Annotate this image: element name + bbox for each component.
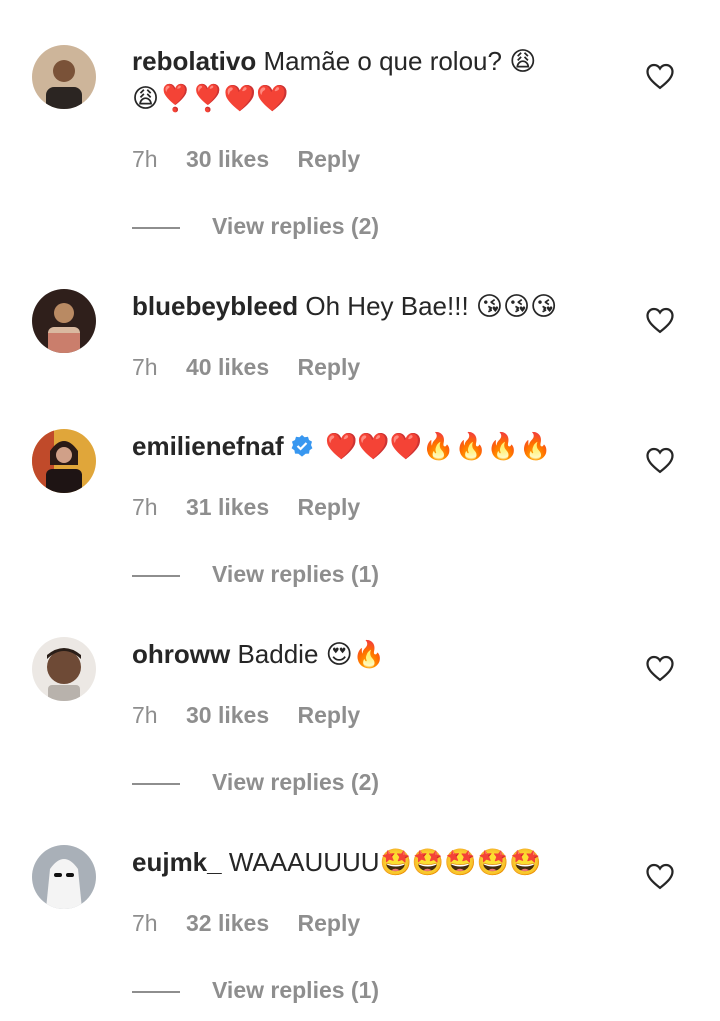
view-replies-label: View replies (2) xyxy=(212,769,380,795)
view-replies-label: View replies (1) xyxy=(212,561,380,587)
comment-meta: 7h 30 likes Reply xyxy=(132,146,360,173)
comment-username[interactable]: rebolativo xyxy=(132,46,256,76)
comment-text: eujmk_ WAAAUUUU🤩🤩🤩🤩🤩 xyxy=(132,844,582,881)
view-replies-button[interactable]: View replies (2) xyxy=(132,213,379,240)
avatar[interactable] xyxy=(32,845,96,909)
comment-time: 7h xyxy=(132,146,158,172)
likes-count[interactable]: 31 likes xyxy=(186,494,269,520)
like-heart-icon[interactable] xyxy=(645,446,675,474)
comment-message: ❤️❤️❤️🔥🔥🔥🔥 xyxy=(324,432,552,462)
likes-count[interactable]: 30 likes xyxy=(186,702,269,728)
comment-meta: 7h 31 likes Reply xyxy=(132,494,360,521)
reply-button[interactable]: Reply xyxy=(298,910,361,936)
divider-line xyxy=(132,574,180,577)
view-replies-button[interactable]: View replies (1) xyxy=(132,977,379,1004)
comment-time: 7h xyxy=(132,702,158,728)
view-replies-button[interactable]: View replies (2) xyxy=(132,769,379,796)
view-replies-label: View replies (1) xyxy=(212,977,380,1003)
comment-username[interactable]: bluebeybleed xyxy=(132,291,298,321)
verified-badge-icon xyxy=(291,435,313,457)
comment-time: 7h xyxy=(132,354,158,380)
avatar[interactable] xyxy=(32,637,96,701)
like-heart-icon[interactable] xyxy=(645,654,675,682)
reply-button[interactable]: Reply xyxy=(298,354,361,380)
comment-username[interactable]: eujmk_ xyxy=(132,847,222,877)
comment-message: Oh Hey Bae!!! 😘😘😘 xyxy=(305,291,558,321)
like-heart-icon[interactable] xyxy=(645,62,675,90)
view-replies-label: View replies (2) xyxy=(212,213,380,239)
reply-button[interactable]: Reply xyxy=(298,146,361,172)
likes-count[interactable]: 40 likes xyxy=(186,354,269,380)
divider-line xyxy=(132,226,180,229)
comment-message: Mamãe o que rolou? 😩 xyxy=(263,46,537,76)
view-replies-button[interactable]: View replies (1) xyxy=(132,561,379,588)
comment-message-continued: 😩❣️❣️❤️❤️ xyxy=(132,84,289,114)
avatar[interactable] xyxy=(32,45,96,109)
comment-text: bluebeybleed Oh Hey Bae!!! 😘😘😘 xyxy=(132,288,582,325)
likes-count[interactable]: 30 likes xyxy=(186,146,269,172)
like-heart-icon[interactable] xyxy=(645,862,675,890)
divider-line xyxy=(132,782,180,785)
reply-button[interactable]: Reply xyxy=(298,702,361,728)
like-heart-icon[interactable] xyxy=(645,306,675,334)
comment-text: ohroww Baddie 😍🔥 xyxy=(132,636,582,673)
likes-count[interactable]: 32 likes xyxy=(186,910,269,936)
comment-username[interactable]: ohroww xyxy=(132,639,230,669)
comment-time: 7h xyxy=(132,494,158,520)
comment-meta: 7h 30 likes Reply xyxy=(132,702,360,729)
comment-meta: 7h 40 likes Reply xyxy=(132,354,360,381)
avatar[interactable] xyxy=(32,429,96,493)
divider-line xyxy=(132,990,180,993)
comment-meta: 7h 32 likes Reply xyxy=(132,910,360,937)
reply-button[interactable]: Reply xyxy=(298,494,361,520)
comment-text: emilienefnaf ❤️❤️❤️🔥🔥🔥🔥 xyxy=(132,428,582,466)
comment-time: 7h xyxy=(132,910,158,936)
comment-text: rebolativo Mamãe o que rolou? 😩 😩❣️❣️❤️❤… xyxy=(132,43,582,118)
comment-message: Baddie 😍🔥 xyxy=(237,639,386,669)
comment-message: WAAAUUUU🤩🤩🤩🤩🤩 xyxy=(228,847,542,877)
comment-username[interactable]: emilienefnaf xyxy=(132,431,284,461)
avatar[interactable] xyxy=(32,289,96,353)
